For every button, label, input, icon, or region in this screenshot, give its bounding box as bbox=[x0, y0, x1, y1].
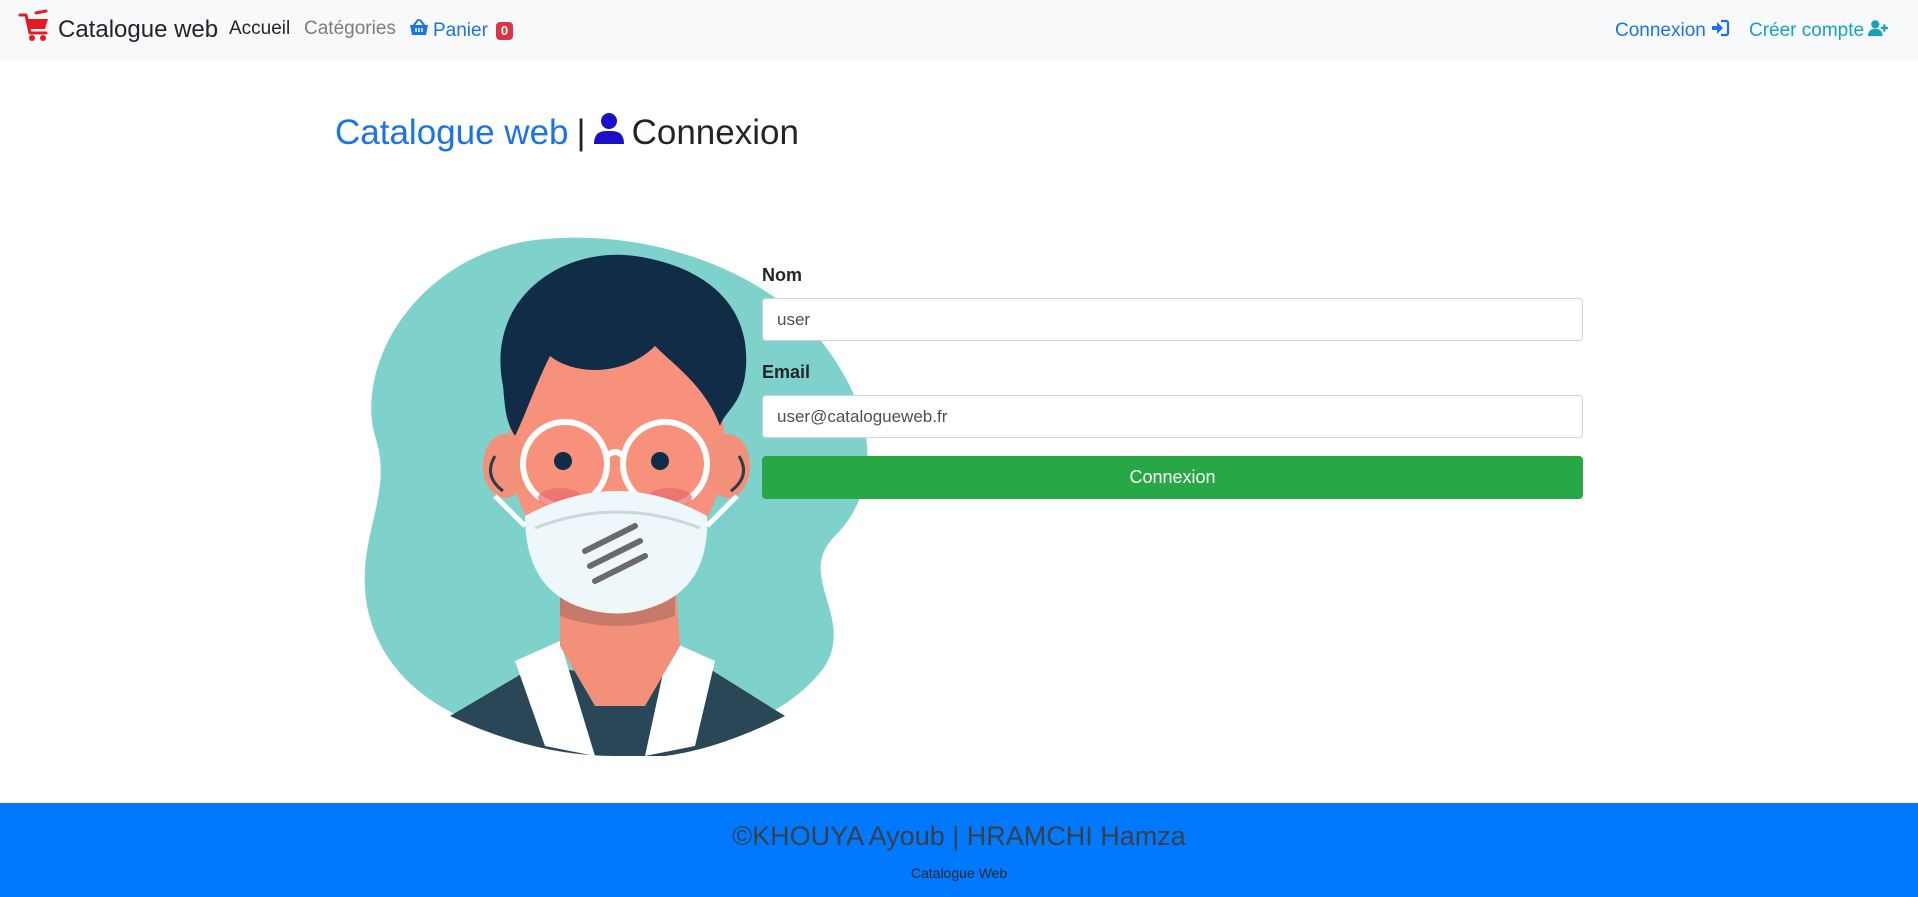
nav-cart-label: Panier bbox=[433, 20, 488, 41]
nav-register-label: Créer compte bbox=[1749, 20, 1865, 41]
brand-name: Catalogue web bbox=[58, 16, 219, 43]
nav-register-link[interactable]: Créer compte bbox=[1749, 18, 1889, 44]
sign-in-icon bbox=[1710, 18, 1730, 44]
basket-icon bbox=[409, 18, 429, 44]
email-input[interactable] bbox=[762, 395, 1583, 438]
email-label: Email bbox=[762, 362, 811, 382]
navbar: Catalogue web Accueil Catégories Panier … bbox=[0, 0, 1918, 60]
cart-count-badge: 0 bbox=[495, 22, 514, 40]
user-icon bbox=[593, 112, 624, 153]
title-text: Connexion bbox=[631, 112, 799, 152]
user-plus-icon bbox=[1868, 18, 1889, 44]
name-input[interactable] bbox=[762, 298, 1583, 341]
nav-cart-link[interactable]: Panier 0 bbox=[409, 18, 514, 44]
page-title: Catalogue web | Connexion bbox=[335, 112, 799, 153]
nav-categories-link[interactable]: Catégories bbox=[304, 18, 396, 40]
title-brand-link[interactable]: Catalogue web bbox=[335, 113, 569, 153]
footer-subtitle: Catalogue Web bbox=[910, 865, 1008, 881]
name-label: Nom bbox=[762, 265, 802, 285]
title-separator: | bbox=[576, 112, 586, 152]
nav-login-label: Connexion bbox=[1615, 20, 1706, 41]
shopping-cart-icon bbox=[16, 9, 52, 52]
login-submit-button[interactable]: Connexion bbox=[762, 456, 1583, 499]
nav-categories-label: Catégories bbox=[304, 18, 396, 39]
nav-home-label: Accueil bbox=[229, 18, 291, 39]
footer: ©KHOUYA Ayoub | HRAMCHI Hamza Catalogue … bbox=[0, 803, 1918, 897]
brand-link[interactable]: Catalogue web bbox=[16, 9, 219, 52]
nav-login-link[interactable]: Connexion bbox=[1615, 18, 1730, 44]
nav-home-link[interactable]: Accueil bbox=[229, 18, 290, 40]
footer-credits: ©KHOUYA Ayoub | HRAMCHI Hamza bbox=[732, 821, 1186, 851]
